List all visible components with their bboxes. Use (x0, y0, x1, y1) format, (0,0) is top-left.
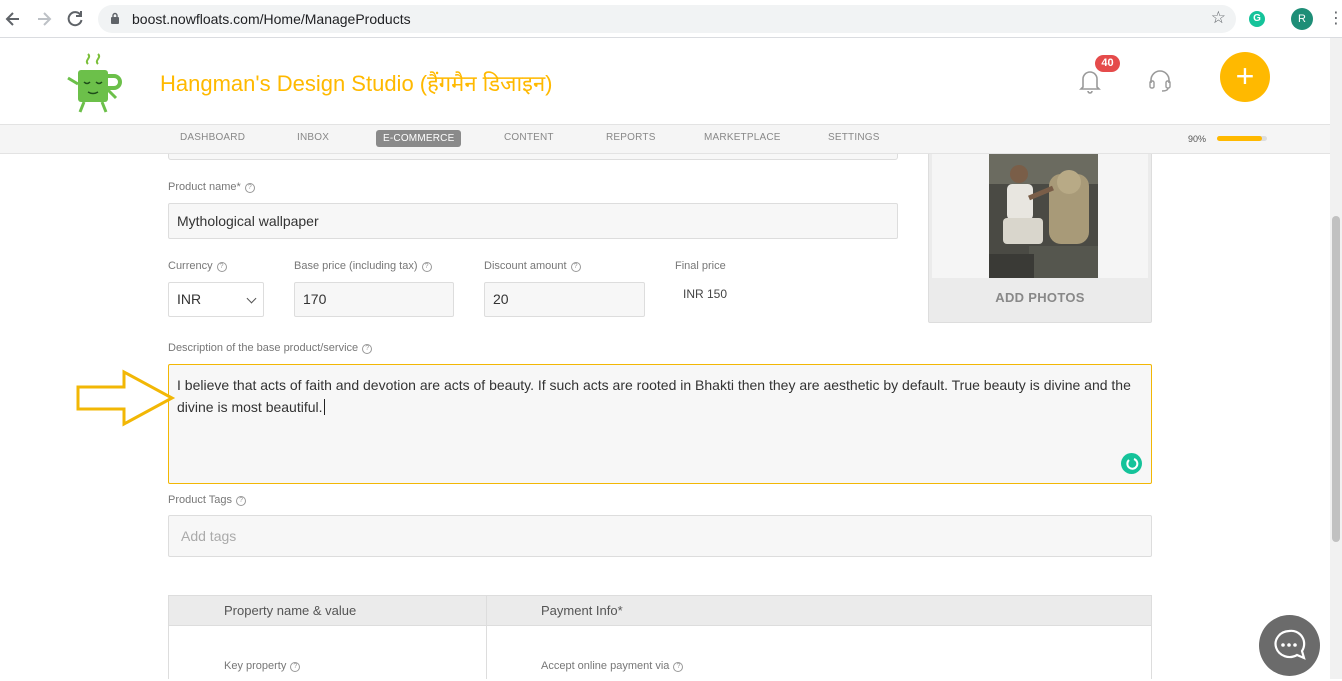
product-name-input[interactable]: Mythological wallpaper (168, 203, 898, 239)
col-property-header: Property name & value (224, 603, 357, 618)
address-bar[interactable]: boost.nowfloats.com/Home/ManageProducts … (98, 5, 1236, 33)
description-textarea[interactable]: I believe that acts of faith and devotio… (168, 364, 1152, 484)
help-icon[interactable]: ? (290, 662, 301, 672)
chevron-down-icon (246, 293, 257, 304)
product-tags-label: Product Tags? (168, 494, 247, 506)
text-cursor (323, 399, 325, 415)
help-icon[interactable]: ? (362, 344, 373, 354)
add-photos-button[interactable]: ADD PHOTOS (929, 290, 1151, 305)
bookmark-star-icon[interactable]: ☆ (1211, 8, 1226, 28)
col-payment-header: Payment Info* (541, 603, 623, 618)
profile-avatar[interactable]: R (1291, 8, 1313, 30)
browser-menu-icon[interactable]: ⋮ (1328, 8, 1342, 28)
help-icon[interactable]: ? (421, 262, 432, 272)
tab-e-commerce[interactable]: E-COMMERCE (376, 130, 462, 147)
product-form: Product name*? Mythological wallpaper Cu… (0, 154, 1330, 679)
help-icon[interactable]: ? (570, 262, 581, 272)
tab-reports[interactable]: REPORTS (606, 132, 656, 143)
tab-marketplace[interactable]: MARKETPLACE (704, 132, 781, 143)
currency-select[interactable]: INR (168, 282, 264, 317)
table-header: Property name & value Payment Info* (169, 596, 1151, 626)
main-nav: DASHBOARD INBOX E-COMMERCE CONTENT REPOR… (0, 124, 1330, 154)
reload-icon[interactable] (64, 8, 86, 30)
page-scrollbar[interactable] (1330, 38, 1342, 679)
column-divider (486, 596, 487, 679)
tab-content[interactable]: CONTENT (504, 132, 554, 143)
business-name: Hangman's Design Studio (हैंगमैन डिजाइन) (160, 71, 553, 96)
profile-completion-label: 90% (1188, 134, 1207, 144)
help-icon[interactable]: ? (244, 183, 255, 193)
forward-arrow-icon[interactable] (33, 8, 55, 30)
tags-input[interactable]: Add tags (168, 515, 1152, 557)
support-headset-icon[interactable] (1147, 68, 1173, 94)
photo-panel: ADD PHOTOS (928, 154, 1152, 323)
help-icon[interactable]: ? (216, 262, 227, 272)
currency-value: INR (177, 291, 202, 307)
description-label: Description of the base product/service? (168, 342, 373, 354)
photo-container (932, 154, 1148, 278)
base-price-input[interactable]: 170 (294, 282, 454, 317)
back-arrow-icon[interactable] (2, 8, 24, 30)
currency-label: Currency? (168, 260, 227, 272)
help-icon[interactable]: ? (236, 496, 247, 506)
app-header: Hangman's Design Studio (हैंगमैन डिजाइन)… (0, 38, 1330, 124)
profile-completion-fill (1217, 136, 1262, 141)
description-text: I believe that acts of faith and devotio… (177, 377, 1131, 415)
pointer-arrow-icon (76, 369, 176, 427)
chat-widget-button[interactable] (1259, 615, 1320, 676)
brand-logo-icon (67, 53, 122, 113)
accept-payment-label: Accept online payment via? (541, 660, 684, 672)
help-icon[interactable]: ? (673, 662, 684, 672)
grammarly-status-icon[interactable] (1121, 453, 1142, 474)
product-photo[interactable] (989, 154, 1098, 278)
product-name-label: Product name*? (168, 181, 255, 193)
notification-count-badge: 40 (1095, 55, 1120, 72)
tab-settings[interactable]: SETTINGS (828, 132, 880, 143)
url-text: boost.nowfloats.com/Home/ManageProducts (132, 11, 411, 27)
previous-field[interactable] (168, 154, 898, 160)
lock-icon (111, 12, 119, 24)
profile-completion-bar (1217, 136, 1267, 141)
final-price-value: INR 150 (683, 287, 728, 301)
browser-toolbar: boost.nowfloats.com/Home/ManageProducts … (0, 0, 1342, 38)
key-property-label: Key property? (224, 660, 301, 672)
add-button[interactable]: + (1220, 52, 1270, 102)
discount-input[interactable]: 20 (484, 282, 645, 317)
grammarly-extension-icon[interactable]: G (1249, 11, 1265, 27)
notification-bell-icon[interactable] (1078, 68, 1102, 94)
properties-table: Property name & value Payment Info* Key … (168, 595, 1152, 679)
final-price-label: Final price (675, 260, 726, 272)
scrollbar-thumb[interactable] (1332, 216, 1340, 542)
chat-bubble-icon (1274, 629, 1306, 660)
discount-label: Discount amount? (484, 260, 581, 272)
base-price-label: Base price (including tax)? (294, 260, 432, 272)
tab-inbox[interactable]: INBOX (297, 132, 329, 143)
tab-dashboard[interactable]: DASHBOARD (180, 132, 245, 143)
